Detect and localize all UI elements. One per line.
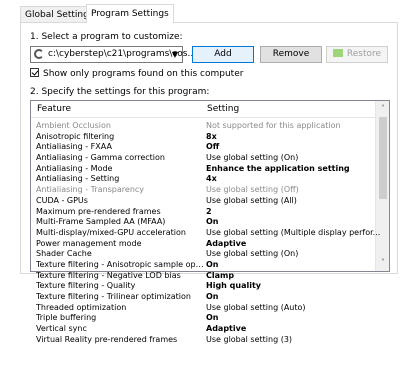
feature-cell: CUDA - GPUs: [36, 195, 88, 205]
show-only-checkbox[interactable]: [30, 68, 39, 77]
feature-cell: Anisotropic filtering: [36, 131, 115, 141]
setting-cell[interactable]: Use global setting (Auto): [206, 303, 382, 314]
settings-rows: Ambient Occlusion Not supported for this …: [36, 121, 382, 345]
chevron-down-icon: ▼: [171, 50, 178, 59]
nvidia-icon: [332, 49, 343, 57]
tab-program-settings[interactable]: Program Settings: [86, 4, 174, 23]
list-header: Feature Setting: [31, 101, 389, 118]
table-row[interactable]: Antialiasing - Gamma correction Use globa…: [36, 153, 382, 164]
table-row[interactable]: Vertical sync Adaptive: [36, 324, 382, 335]
feature-cell: Texture filtering - Negative LOD bias: [36, 270, 181, 280]
table-row[interactable]: Texture filtering - Negative LOD bias Cla…: [36, 271, 382, 282]
table-row[interactable]: Antialiasing - Setting 4x: [36, 174, 382, 185]
feature-cell: Threaded optimization: [36, 302, 127, 312]
feature-cell: Shader Cache: [36, 249, 92, 259]
setting-cell[interactable]: On: [206, 217, 382, 228]
setting-cell[interactable]: Adaptive: [206, 239, 382, 250]
setting-cell[interactable]: Use global setting (On): [206, 153, 382, 164]
setting-cell[interactable]: Clamp: [206, 271, 382, 282]
table-row[interactable]: CUDA - GPUs Use global setting (All): [36, 196, 382, 207]
scroll-up-icon[interactable]: ˄: [376, 103, 390, 115]
setting-cell[interactable]: Off: [206, 142, 382, 153]
restore-button-label: Restore: [346, 49, 382, 59]
setting-cell[interactable]: Use global setting (On): [206, 249, 382, 260]
program-select[interactable]: c:\cyberstep\c21\programs\cos... ▼: [30, 46, 196, 63]
feature-cell: Virtual Reality pre-rendered frames: [36, 334, 178, 344]
setting-cell[interactable]: 2: [206, 207, 382, 218]
setting-cell[interactable]: Use global setting (Multiple display per…: [206, 228, 382, 239]
setting-cell[interactable]: On: [206, 292, 382, 303]
setting-cell[interactable]: Use global setting (All): [206, 196, 382, 207]
feature-cell: Triple buffering: [36, 313, 97, 323]
table-row[interactable]: Anisotropic filtering 8x: [36, 132, 382, 143]
column-header-feature[interactable]: Feature: [37, 104, 71, 114]
setting-cell[interactable]: Not supported for this application: [206, 121, 382, 132]
show-only-label: Show only programs found on this compute…: [43, 69, 244, 79]
feature-cell: Texture filtering - Anisotropic sample o…: [36, 259, 204, 269]
table-row[interactable]: Antialiasing - Mode Enhance the applicati…: [36, 164, 382, 175]
setting-cell[interactable]: Adaptive: [206, 324, 382, 335]
setting-cell[interactable]: High quality: [206, 281, 382, 292]
table-row[interactable]: Shader Cache Use global setting (On): [36, 249, 382, 260]
table-row[interactable]: Antialiasing - Transparency Use global se…: [36, 185, 382, 196]
feature-cell: Ambient Occlusion: [36, 121, 111, 130]
restore-button[interactable]: Restore: [326, 46, 388, 63]
feature-cell: Power management mode: [36, 238, 142, 248]
table-row[interactable]: Texture filtering - Anisotropic sample o…: [36, 260, 382, 271]
feature-cell: Antialiasing - FXAA: [36, 142, 112, 152]
table-row[interactable]: Multi-display/mixed-GPU acceleration Use …: [36, 228, 382, 239]
table-row[interactable]: Antialiasing - FXAA Off: [36, 142, 382, 153]
show-only-row: Show only programs found on this compute…: [30, 68, 243, 79]
feature-cell: Antialiasing - Setting: [36, 174, 120, 184]
step1-label: 1. Select a program to customize:: [30, 32, 183, 42]
setting-cell[interactable]: Use global setting (3): [206, 335, 382, 346]
column-header-setting[interactable]: Setting: [207, 104, 239, 114]
setting-cell[interactable]: Use global setting (Off): [206, 185, 382, 196]
setting-cell[interactable]: On: [206, 260, 382, 271]
table-row[interactable]: Virtual Reality pre-rendered frames Use g…: [36, 335, 382, 346]
table-row[interactable]: Maximum pre-rendered frames 2: [36, 207, 382, 218]
feature-cell: Vertical sync: [36, 324, 87, 334]
feature-cell: Antialiasing - Transparency: [36, 185, 145, 195]
feature-cell: Antialiasing - Gamma correction: [36, 153, 165, 163]
feature-cell: Multi-display/mixed-GPU acceleration: [36, 227, 186, 237]
tab-bar: Global Settings Program Settings: [0, 0, 400, 23]
feature-cell: Antialiasing - Mode: [36, 163, 113, 173]
setting-cell[interactable]: 8x: [206, 132, 382, 143]
table-row[interactable]: Power management mode Adaptive: [36, 239, 382, 250]
feature-cell: Maximum pre-rendered frames: [36, 206, 161, 216]
program-icon: [34, 49, 44, 59]
table-row[interactable]: Multi-Frame Sampled AA (MFAA) On: [36, 217, 382, 228]
feature-cell: Texture filtering - Trilinear optimizati…: [36, 292, 191, 301]
table-row[interactable]: Threaded optimization Use global setting …: [36, 303, 382, 314]
add-button[interactable]: Add: [192, 46, 254, 63]
setting-cell[interactable]: On: [206, 313, 382, 324]
table-row[interactable]: Ambient Occlusion Not supported for this …: [36, 121, 382, 132]
remove-button[interactable]: Remove: [260, 46, 322, 63]
setting-cell[interactable]: Enhance the application setting: [206, 164, 382, 175]
feature-cell: Texture filtering - Quality: [36, 281, 136, 291]
table-row[interactable]: Triple buffering On: [36, 313, 382, 324]
table-row[interactable]: Texture filtering - Trilinear optimizati…: [36, 292, 382, 303]
setting-cell[interactable]: 4x: [206, 174, 382, 185]
table-row[interactable]: Texture filtering - Quality High quality: [36, 281, 382, 292]
feature-cell: Multi-Frame Sampled AA (MFAA): [36, 217, 166, 227]
step2-label: 2. Specify the settings for this program…: [30, 87, 210, 97]
